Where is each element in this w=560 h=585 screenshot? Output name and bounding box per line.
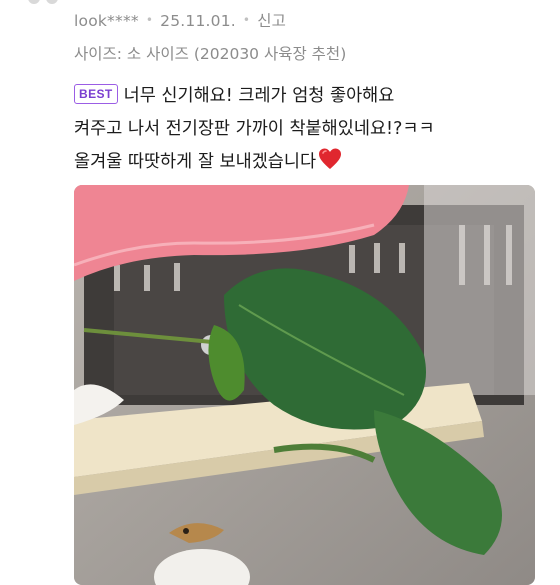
separator-dot: • [145,13,154,27]
review-text-1: 너무 신기해요! 크레가 엄청 좋아해요 [123,86,395,106]
review-line-3: 올겨울 따땃하게 잘 보내겠습니다 [74,146,544,182]
purchase-option: 사이즈: 소 사이즈 (202030 사육장 추천) [74,45,347,63]
best-badge: BEST [74,84,118,104]
review-photo[interactable] [74,185,535,585]
report-button[interactable]: 신고 [257,9,286,31]
author-name: look**** [74,12,139,30]
review-date: 25.11.01. [160,12,236,30]
review-line-2: 켜주고 나서 전기장판 가까이 착붙해있네요!?ㅋㅋ [74,119,435,139]
review-meta: look**** • 25.11.01. • 신고 [74,9,286,31]
separator-dot: • [242,13,251,27]
review-text-3: 올겨울 따땃하게 잘 보내겠습니다 [74,152,317,172]
review-line-1: BEST 너무 신기해요! 크레가 엄청 좋아해요 [74,80,544,113]
review-body: BEST 너무 신기해요! 크레가 엄청 좋아해요 켜주고 나서 전기장판 가까이… [74,80,544,182]
avatar [22,0,64,14]
heart-emoji-icon [318,148,342,182]
